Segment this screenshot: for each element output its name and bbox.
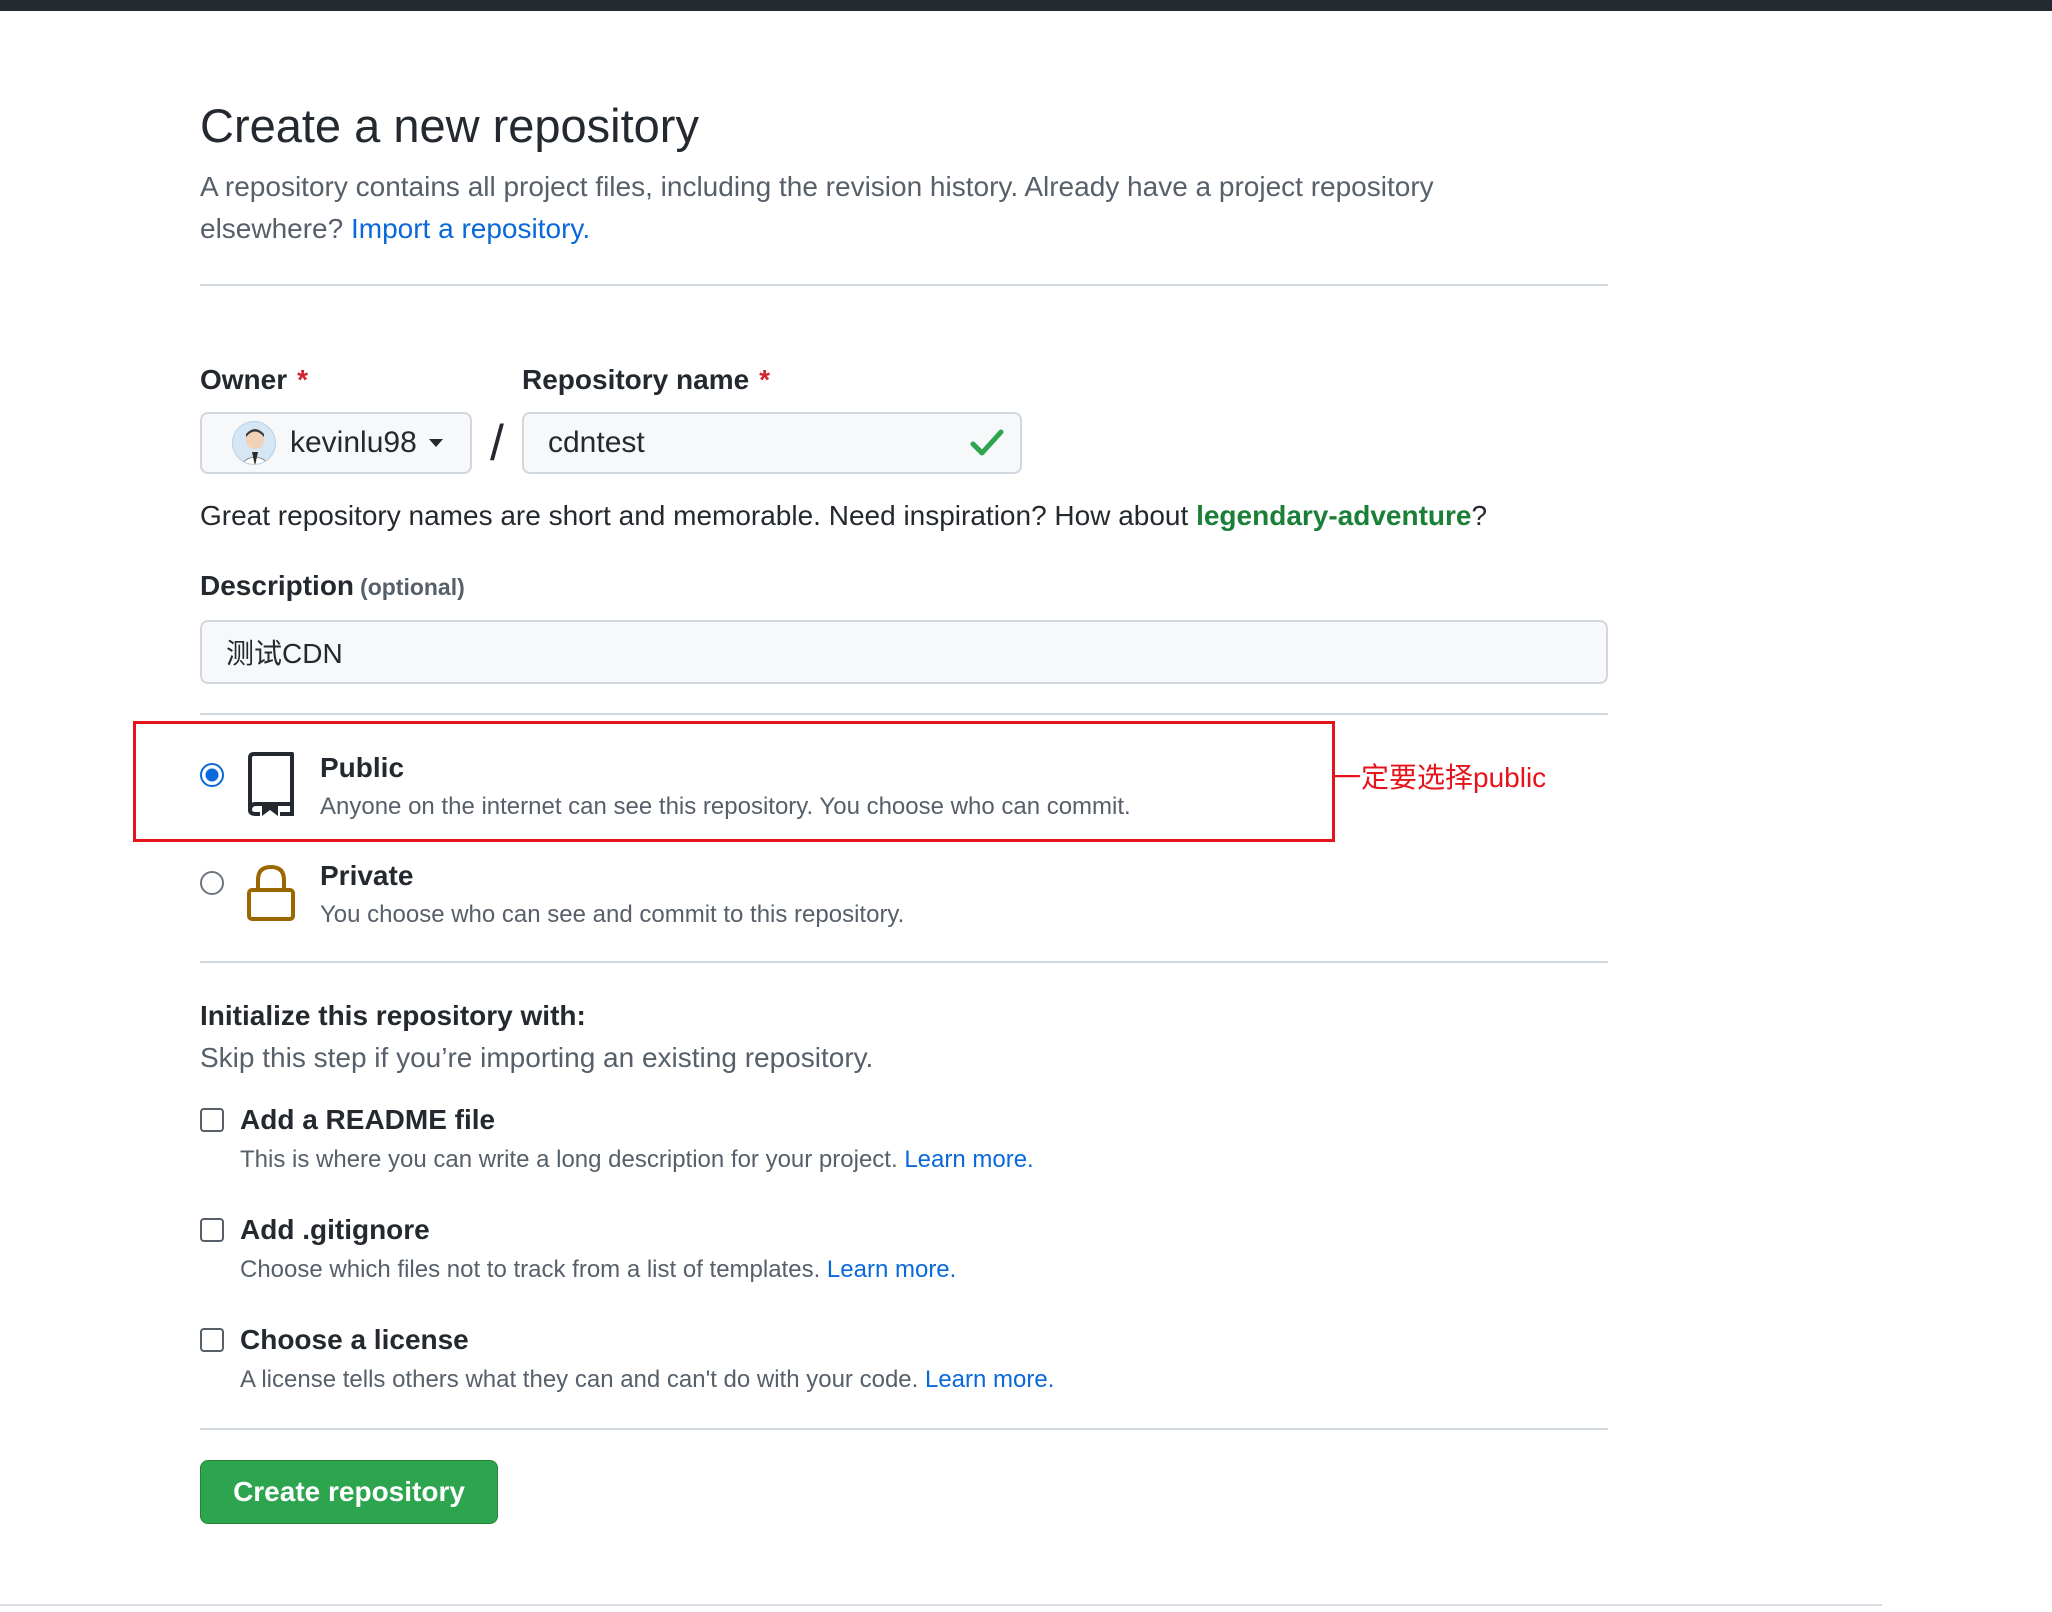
repo-name-input[interactable]: cdntest xyxy=(522,412,1022,474)
required-asterisk: * xyxy=(297,364,309,395)
description-label-text: Description xyxy=(200,570,355,601)
repo-name-value: cdntest xyxy=(548,426,645,459)
owner-value: kevinlu98 xyxy=(290,426,417,459)
gitignore-checkbox[interactable] xyxy=(200,1218,224,1242)
license-learn-more-link[interactable]: Learn more. xyxy=(925,1366,1054,1393)
avatar xyxy=(232,421,276,465)
caret-down-icon xyxy=(428,439,443,447)
optional-tag: (optional) xyxy=(360,574,465,600)
repo-name-label-text: Repository name xyxy=(522,364,750,395)
annotation-note: 一定要选择public xyxy=(1333,762,1547,793)
private-title: Private xyxy=(320,860,414,891)
divider xyxy=(200,713,1608,715)
divider xyxy=(200,1428,1608,1430)
name-suggestion-link[interactable]: legendary-adventure xyxy=(1196,500,1471,531)
initialize-title: Initialize this repository with: xyxy=(200,1000,586,1031)
hint-end: ? xyxy=(1471,500,1488,531)
lock-icon xyxy=(247,864,295,921)
license-checkbox[interactable] xyxy=(200,1328,224,1352)
owner-label: Owner * xyxy=(200,364,308,396)
readme-desc-text: This is where you can write a long descr… xyxy=(240,1146,898,1173)
import-repository-link[interactable]: Import a repository. xyxy=(351,213,590,244)
readme-title: Add a README file xyxy=(240,1104,496,1135)
footer-divider xyxy=(0,1604,1882,1606)
owner-repo-separator: / xyxy=(490,415,504,471)
check-icon xyxy=(970,429,1004,456)
gitignore-learn-more-link[interactable]: Learn more. xyxy=(827,1256,956,1283)
repo-name-label: Repository name * xyxy=(522,364,770,396)
hint-text: Great repository names are short and mem… xyxy=(200,500,1189,531)
owner-dropdown[interactable]: kevinlu98 xyxy=(200,412,472,474)
gitignore-title: Add .gitignore xyxy=(240,1214,430,1245)
page-subtitle: A repository contains all project files,… xyxy=(200,166,1580,250)
private-description: You choose who can see and commit to thi… xyxy=(320,901,905,928)
readme-description: This is where you can write a long descr… xyxy=(240,1146,1034,1174)
license-desc-text: A license tells others what they can and… xyxy=(240,1366,919,1393)
description-value: 测试CDN xyxy=(226,638,343,669)
required-asterisk: * xyxy=(759,364,771,395)
divider xyxy=(200,961,1608,963)
license-description: A license tells others what they can and… xyxy=(240,1366,1054,1394)
license-title: Choose a license xyxy=(240,1324,469,1355)
gitignore-description: Choose which files not to track from a l… xyxy=(240,1256,956,1284)
divider xyxy=(200,284,1608,286)
readme-learn-more-link[interactable]: Learn more. xyxy=(904,1146,1033,1173)
gitignore-desc-text: Choose which files not to track from a l… xyxy=(240,1256,821,1283)
create-repository-button[interactable]: Create repository xyxy=(200,1460,498,1524)
description-label: Description (optional) xyxy=(200,570,465,602)
private-radio[interactable] xyxy=(200,871,224,895)
description-input[interactable]: 测试CDN xyxy=(200,620,1608,684)
highlight-box xyxy=(133,721,1335,842)
initialize-subtitle: Skip this step if you’re importing an ex… xyxy=(200,1042,874,1073)
top-nav-bar xyxy=(0,0,2052,11)
readme-checkbox[interactable] xyxy=(200,1108,224,1132)
repo-name-hint: Great repository names are short and mem… xyxy=(200,500,1487,532)
page-title: Create a new repository xyxy=(200,99,699,152)
owner-label-text: Owner xyxy=(200,364,288,395)
